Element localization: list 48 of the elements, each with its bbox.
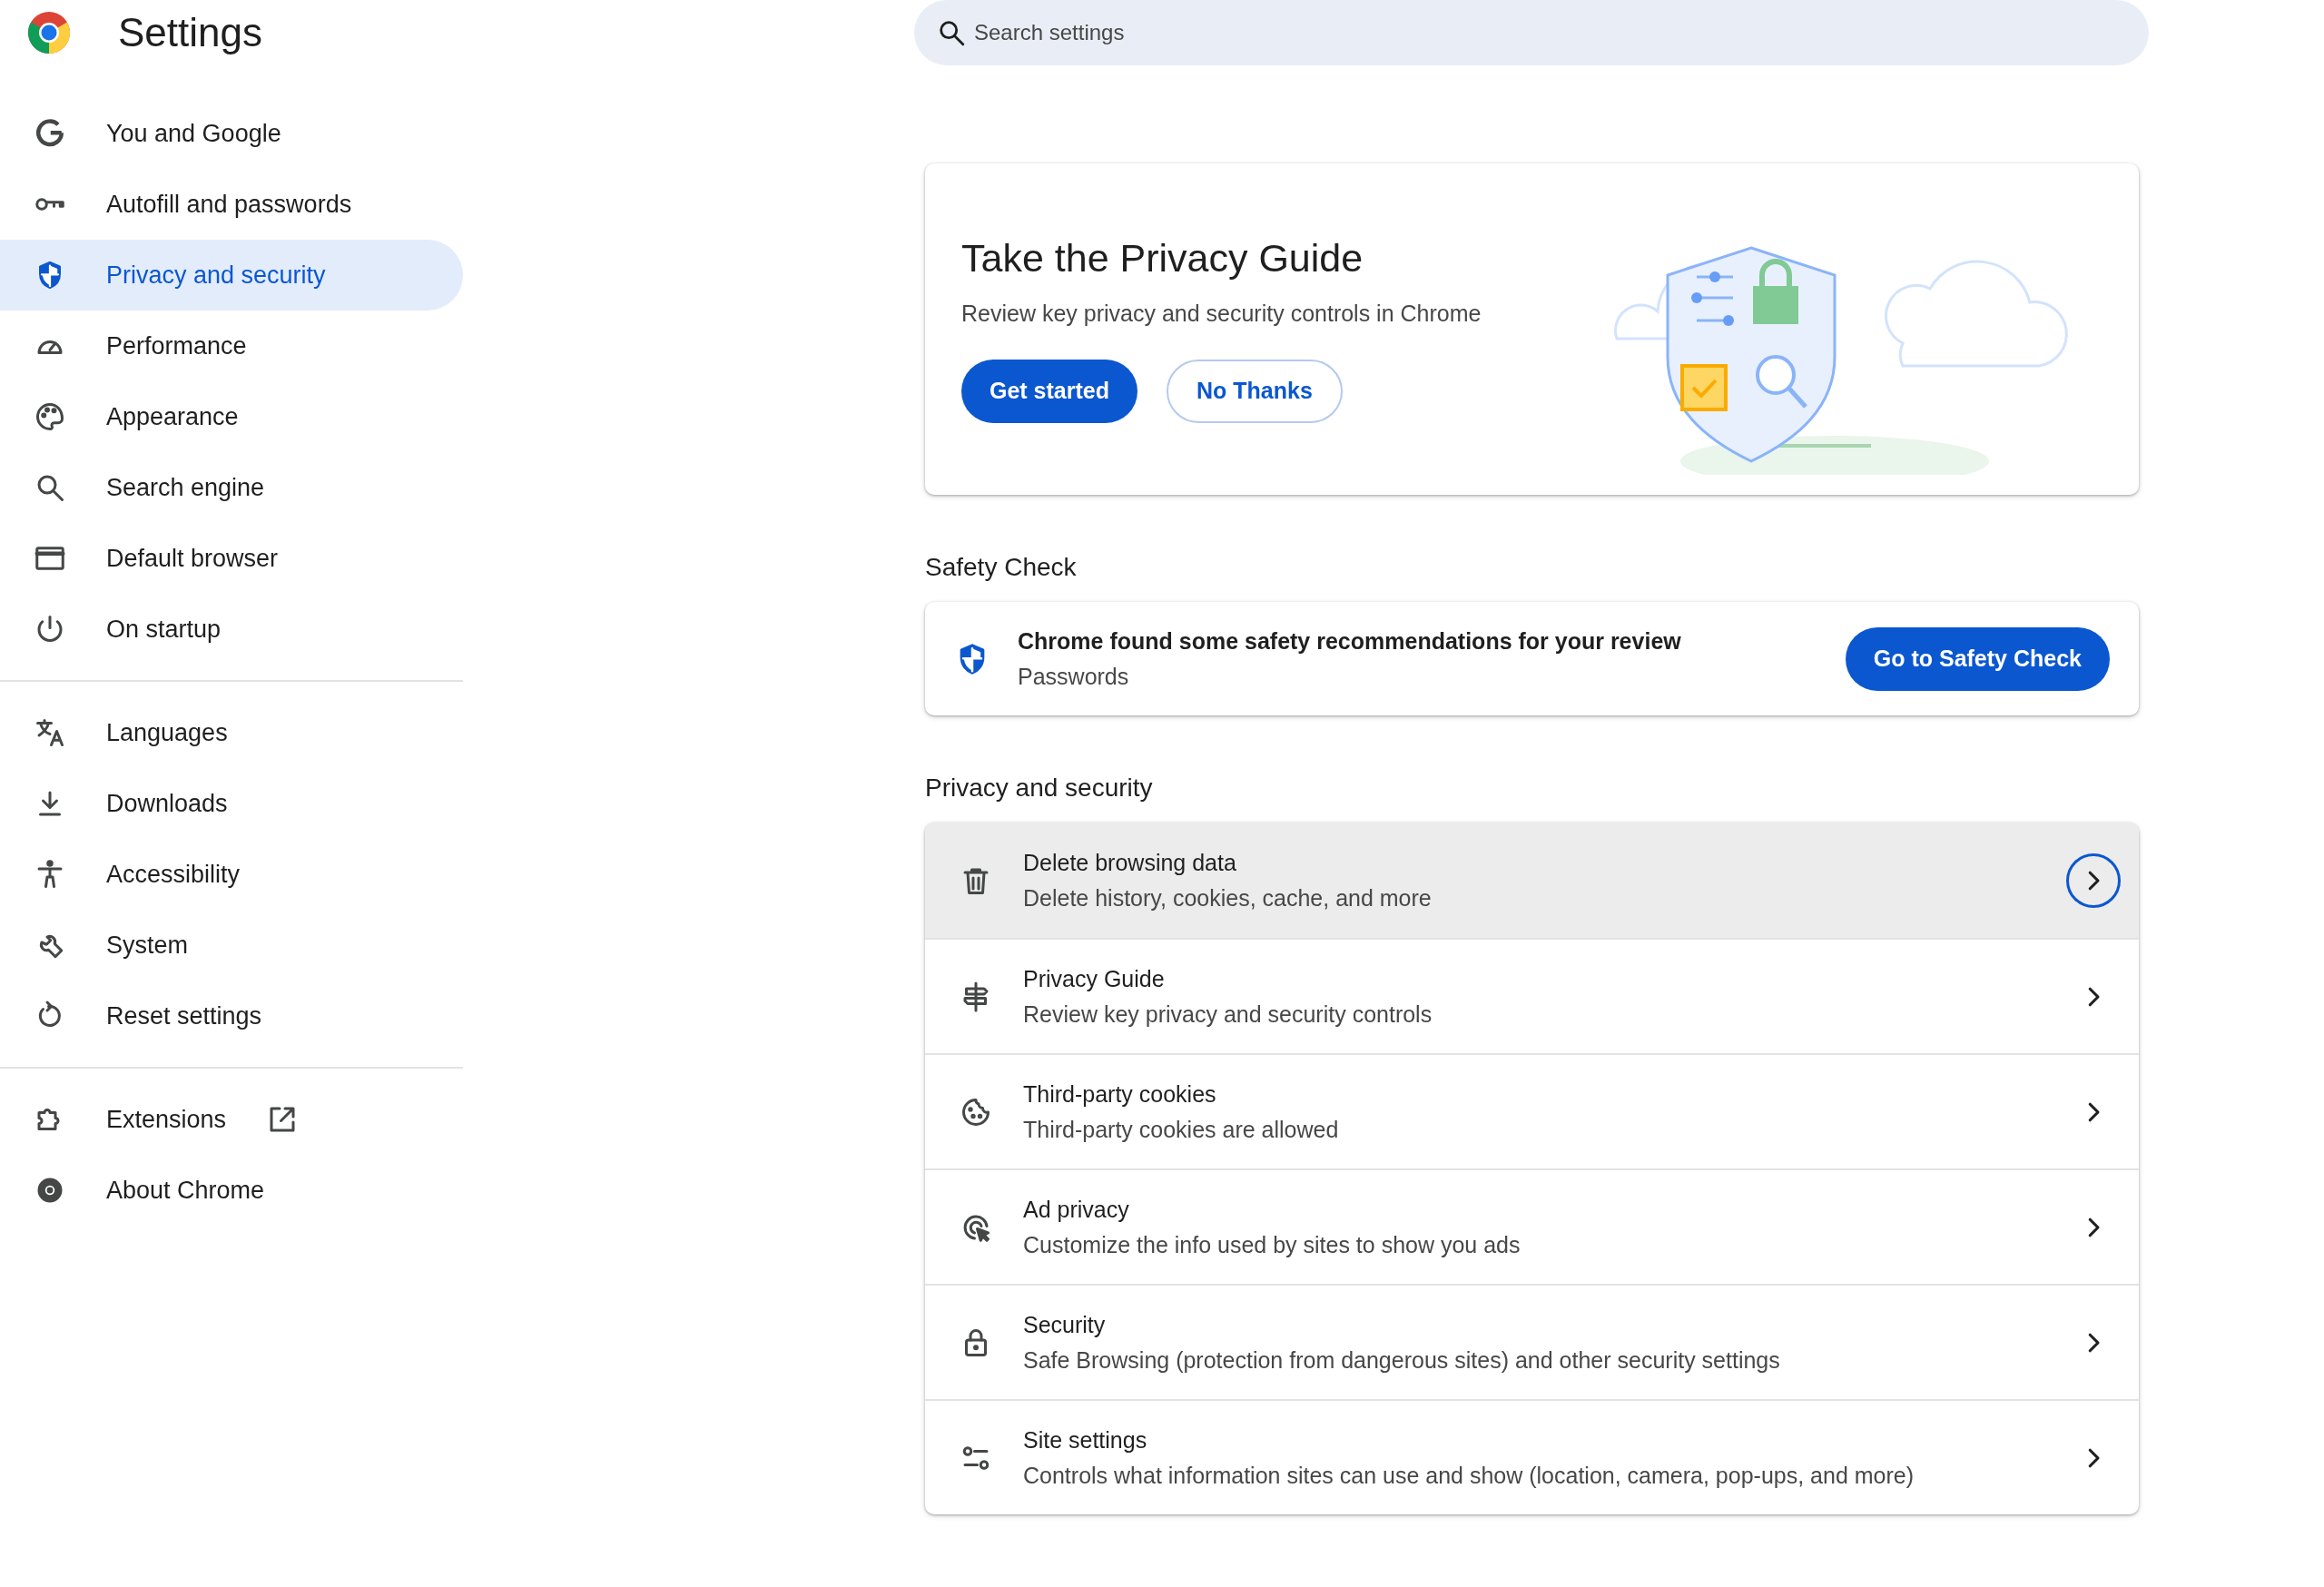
card-title: Take the Privacy Guide — [961, 235, 1364, 281]
sidebar-item[interactable]: On startup — [0, 594, 463, 665]
settings-row[interactable]: Delete browsing data Delete history, cookies, cache, and more — [925, 823, 2139, 938]
safety-message: Chrome found some safety recommendations for your review — [1018, 627, 1682, 655]
row-title: Ad privacy — [1023, 1196, 1130, 1223]
sidebar-item[interactable]: Extensions — [0, 1084, 463, 1155]
sidebar-item[interactable]: System — [0, 910, 463, 981]
row-title: Privacy Guide — [1023, 965, 1166, 992]
settings-row[interactable]: Privacy Guide Review key privacy and security controls — [925, 938, 2139, 1053]
chrome-logo-icon — [27, 11, 71, 54]
sidebar-item[interactable]: About Chrome — [0, 1155, 463, 1226]
row-subtitle: Third-party cookies are allowed — [1023, 1116, 1340, 1143]
row-title: Third-party cookies — [1023, 1080, 1217, 1108]
get-started-button[interactable]: Get started — [961, 359, 1137, 423]
chevron-button[interactable] — [2066, 853, 2121, 908]
sidebar-item[interactable]: Search engine — [0, 452, 463, 523]
sidebar-item[interactable]: Reset settings — [0, 981, 463, 1051]
row-title: Site settings — [1023, 1426, 1148, 1454]
row-subtitle: Review key privacy and security controls — [1023, 1000, 1433, 1028]
search-field[interactable]: Search settings — [914, 0, 2149, 65]
safety-check-button[interactable]: Go to Safety Check — [1845, 626, 2110, 691]
sidebar-item[interactable]: Privacy and security — [0, 240, 463, 310]
settings-row[interactable]: Site settings Controls what information sites can use and show (location, camera, pop-ups, and more) — [925, 1399, 2139, 1514]
card-description: Review key privacy and security controls in Chrome — [961, 300, 1482, 327]
row-subtitle: Safe Browsing (protection from dangerous sites) and other security settings — [1023, 1346, 1781, 1374]
section-heading: Safety Check — [925, 553, 1078, 582]
section-heading: Privacy and security — [925, 774, 1154, 803]
palette-icon — [34, 400, 66, 433]
settings-row[interactable]: Third-party cookies Third-party cookies are allowed — [925, 1053, 2139, 1168]
row-subtitle: Delete history, cookies, cache, and more — [1023, 884, 1433, 912]
row-title: Security — [1023, 1311, 1107, 1338]
sidebar-item[interactable]: Appearance — [0, 381, 463, 452]
translate-icon — [34, 716, 66, 749]
sidebar-item[interactable]: Performance — [0, 310, 463, 381]
sidebar-item[interactable]: You and Google — [0, 98, 463, 169]
settings-row[interactable]: Security Safe Browsing (protection from dangerous sites) and other security settings — [925, 1284, 2139, 1399]
sidebar-item[interactable]: Downloads — [0, 768, 463, 839]
sidebar-item[interactable]: Default browser — [0, 523, 463, 594]
dismiss-button[interactable]: No Thanks — [1167, 359, 1343, 423]
row-subtitle: Controls what information sites can use and show (location, camera, pop-ups, and more) — [1023, 1462, 1915, 1489]
safety-detail: Passwords — [1018, 663, 1130, 690]
sidebar-item[interactable]: Autofill and passwords — [0, 169, 463, 240]
row-title: Delete browsing data — [1023, 849, 1237, 876]
row-subtitle: Customize the info used by sites to show you ads — [1023, 1231, 1521, 1258]
settings-row[interactable]: Ad privacy Customize the info used by sites to show you ads — [925, 1168, 2139, 1284]
sidebar-item[interactable]: Accessibility — [0, 839, 463, 910]
page-title: Settings — [118, 10, 262, 55]
sidebar-item[interactable]: Languages — [0, 697, 463, 768]
